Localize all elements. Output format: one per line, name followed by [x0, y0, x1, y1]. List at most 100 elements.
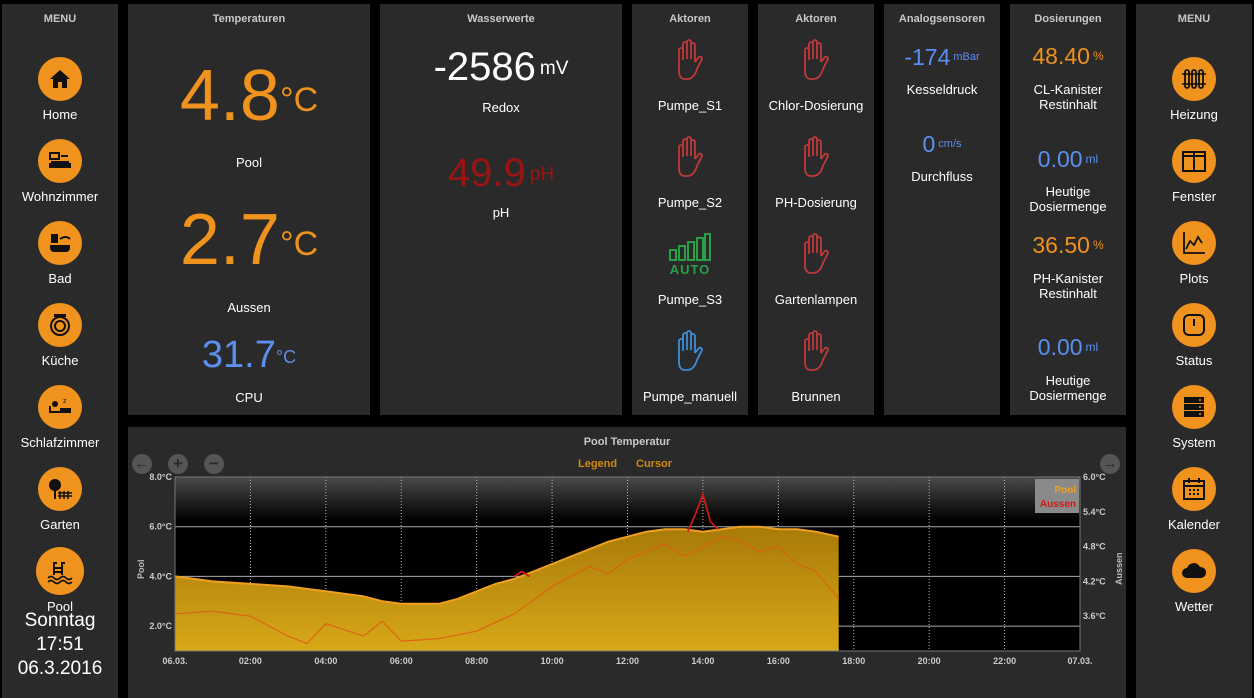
aktoren1-title: Aktoren: [669, 13, 711, 25]
hand-stop-icon: [804, 330, 829, 371]
x-tick-label: 20:00: [918, 656, 941, 666]
menu-item-pool[interactable]: Pool: [2, 549, 118, 614]
clock-time: 17:51: [36, 634, 84, 655]
y-right-tick-label: 3.6°C: [1083, 611, 1106, 621]
ph-heute-value: 0.00 ml: [1037, 334, 1099, 360]
right-axis-title: Aussen: [1114, 552, 1124, 585]
actor-pumpe-s2[interactable]: Pumpe_S2: [632, 135, 748, 215]
panel-pool-chart: Pool Temperatur ← + − → Legend Cursor 06…: [128, 427, 1126, 698]
panel-aktoren-1: Aktoren Pumpe_S1 Pumpe_S2 AUTO Pumpe_S3 …: [632, 4, 748, 415]
auto-text: AUTO: [669, 262, 711, 277]
legend-pool: Pool: [1054, 485, 1076, 496]
ph-label: pH: [492, 205, 510, 220]
actor-label: Pumpe_S3: [657, 292, 723, 307]
hand-stop-icon: [678, 136, 703, 177]
calendar-icon: [1183, 478, 1205, 500]
x-tick-label: 08:00: [465, 656, 488, 666]
ph-heute-label-1: Heutige: [1045, 373, 1091, 388]
actor-pumpe-s3[interactable]: AUTO Pumpe_S3: [632, 232, 748, 312]
x-tick-label: 14:00: [691, 656, 714, 666]
x-tick-label: 16:00: [767, 656, 790, 666]
cpu-temp-label: CPU: [235, 390, 263, 405]
ph-kanister-label-1: PH-Kanister: [1032, 271, 1104, 286]
ph-heute-label-2: Dosiermenge: [1029, 388, 1107, 403]
chart-icon: [1183, 232, 1205, 254]
panel-wasserwerte: Wasserwerte -2586 mV Redox 49.9 pH pH: [380, 4, 622, 415]
server-icon: [1184, 397, 1204, 417]
kesseldruck-label: Kesseldruck: [906, 82, 978, 97]
hand-stop-icon: [678, 39, 703, 80]
redox-label: Redox: [482, 100, 520, 115]
y-left-tick-label: 2.0°C: [149, 621, 172, 631]
aktoren2-title: Aktoren: [795, 13, 837, 25]
actor-chlor-dosierung[interactable]: Chlor-Dosierung: [758, 38, 874, 118]
bath-icon: [50, 234, 71, 252]
pool-temperature-chart[interactable]: 06.03. 02:00 04:00 06:00 08:00 10:00 12:00 14:0…: [128, 427, 1126, 698]
right-menu: MENU Heizung Fenster Plots Status System…: [1136, 4, 1252, 698]
sofa-icon: [49, 152, 71, 168]
ph-kanister-value: 36.50%: [1032, 232, 1104, 258]
menu-item-bad[interactable]: Bad: [2, 221, 118, 286]
svg-text:z: z: [63, 398, 67, 405]
menu-item-wetter[interactable]: Wetter: [1136, 549, 1252, 614]
hand-stop-icon: [804, 39, 829, 80]
actor-brunnen[interactable]: Brunnen: [758, 329, 874, 409]
cl-kanister-label-2: Restinhalt: [1039, 97, 1097, 112]
actor-pumpe-s1[interactable]: Pumpe_S1: [632, 38, 748, 118]
menu-item-kueche[interactable]: Küche: [2, 303, 118, 368]
menu-item-plots[interactable]: Plots: [1136, 221, 1252, 286]
menu-item-kalender[interactable]: Kalender: [1136, 467, 1252, 532]
menu-label-status: Status: [1175, 353, 1213, 368]
panel-dosierungen: Dosierungen 48.40% CL-Kanister Restinhal…: [1010, 4, 1126, 415]
menu-item-status[interactable]: Status: [1136, 303, 1252, 368]
durchfluss-label: Durchfluss: [911, 169, 973, 184]
analogsensoren-title: Analogsensoren: [898, 13, 986, 25]
menu-label-wetter: Wetter: [1174, 599, 1214, 614]
menu-label-wohnzimmer: Wohnzimmer: [21, 189, 99, 204]
cl-kanister-label-1: CL-Kanister: [1033, 82, 1103, 97]
aussen-temp-label: Aussen: [227, 300, 271, 315]
cl-heute-label-1: Heutige: [1045, 184, 1091, 199]
cl-kanister-value: 48.40%: [1032, 43, 1104, 69]
aussen-temp-value: 2.7°C: [179, 200, 319, 280]
menu-item-heizung[interactable]: Heizung: [1136, 57, 1252, 122]
menu-item-system[interactable]: System: [1136, 385, 1252, 450]
menu-item-wohnzimmer[interactable]: Wohnzimmer: [2, 139, 118, 204]
menu-label-bad: Bad: [48, 271, 72, 286]
pool-temp-value: 4.8°C: [179, 56, 319, 136]
y-left-tick-label: 6.0°C: [149, 522, 172, 532]
legend-aussen: Aussen: [1040, 499, 1076, 510]
actor-label: Pumpe_S2: [657, 195, 723, 210]
actor-label: PH-Dosierung: [775, 195, 857, 210]
x-tick-label: 22:00: [993, 656, 1016, 666]
actor-ph-dosierung[interactable]: PH-Dosierung: [758, 135, 874, 215]
menu-item-garten[interactable]: Garten: [2, 467, 118, 532]
y-left-tick-label: 8.0°C: [149, 472, 172, 482]
cloud-icon: [1182, 563, 1207, 578]
garden-icon: [49, 479, 72, 499]
y-right-tick-label: 4.2°C: [1083, 576, 1106, 586]
menu-item-home[interactable]: Home: [2, 57, 118, 122]
y-right-tick-label: 4.8°C: [1083, 542, 1106, 552]
power-icon: [1183, 314, 1205, 336]
pool-temp-label: Pool: [235, 155, 263, 170]
panel-temperaturen: Temperaturen 4.8°C Pool 2.7°C Aussen 31.…: [128, 4, 370, 415]
panel-aktoren-2: Aktoren Chlor-Dosierung PH-Dosierung Gar…: [758, 4, 874, 415]
menu-label-home: Home: [42, 107, 78, 122]
menu-item-schlafzimmer[interactable]: z Schlafzimmer: [2, 385, 118, 450]
actor-label: Chlor-Dosierung: [768, 98, 864, 113]
auto-bars-icon: [669, 233, 711, 261]
home-icon: [50, 70, 70, 88]
menu-item-fenster[interactable]: Fenster: [1136, 139, 1252, 204]
actor-gartenlampen[interactable]: Gartenlampen: [758, 232, 874, 312]
left-axis-title: Pool: [136, 560, 146, 580]
wasserwerte-title: Wasserwerte: [467, 13, 535, 25]
actor-pumpe-manuell[interactable]: Pumpe_manuell: [632, 329, 748, 409]
clock-date: 06.3.2016: [17, 658, 103, 679]
actor-label: Pumpe_S1: [657, 98, 723, 113]
x-tick-label: 18:00: [842, 656, 865, 666]
menu-label-schlafzimmer: Schlafzimmer: [20, 435, 100, 450]
dosierungen-title: Dosierungen: [1034, 13, 1102, 25]
x-tick-label: 07.03.: [1067, 656, 1092, 666]
hand-stop-icon: [804, 136, 829, 177]
